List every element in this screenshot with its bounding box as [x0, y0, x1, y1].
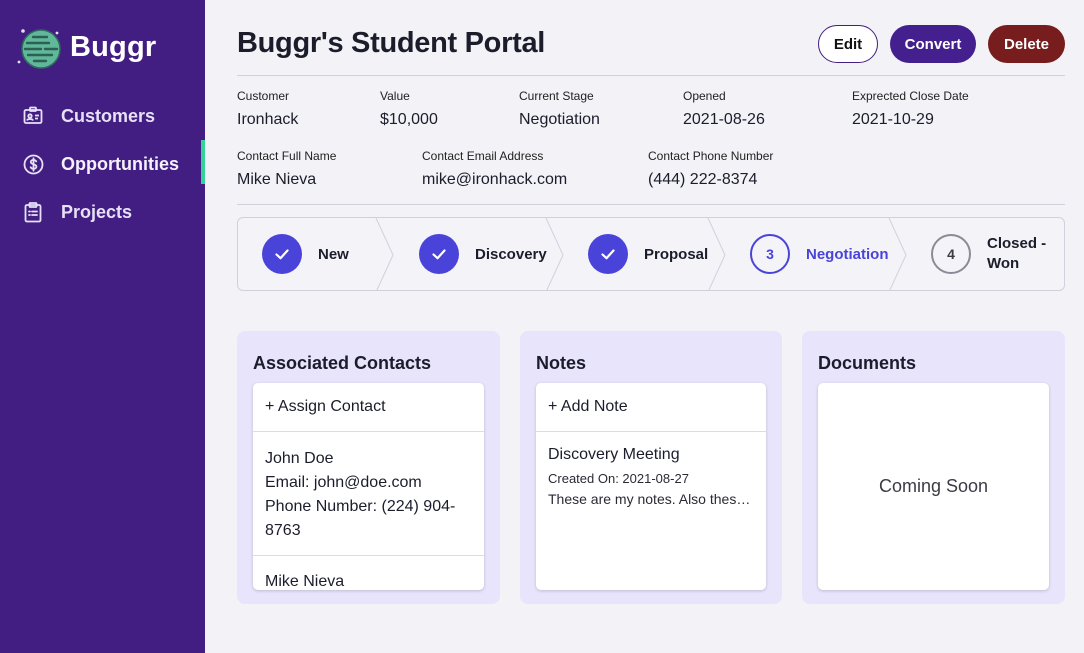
notes-card: Notes + Add Note Discovery Meeting Creat…: [520, 331, 782, 604]
stage-separator: [545, 218, 564, 290]
field-value: $10,000: [380, 111, 438, 128]
stage-closed-won[interactable]: 4 Closed - Won: [931, 218, 1049, 290]
current-stage-field: Current Stage Negotiation: [519, 89, 600, 129]
contact-phone-field: Contact Phone Number (444) 222-8374: [648, 149, 773, 189]
field-value: 2021-08-26: [683, 111, 765, 128]
field-value: Mike Nieva: [237, 171, 317, 188]
contact-name: Mike Nieva: [265, 573, 345, 590]
field-value: Negotiation: [519, 111, 600, 128]
card-title: Documents: [818, 353, 917, 373]
coming-soon-text: Coming Soon: [878, 476, 989, 496]
contact-name: John Doe: [265, 450, 334, 467]
stage-label: Negotiation: [806, 245, 889, 263]
documents-card: Documents Coming Soon: [802, 331, 1065, 604]
list-item[interactable]: John Doe Email: john@doe.com Phone Numbe…: [253, 432, 484, 556]
stage-negotiation[interactable]: 3 Negotiation: [750, 218, 889, 290]
field-label: Contact Email Address: [422, 149, 544, 163]
stage-discovery[interactable]: Discovery: [419, 218, 547, 290]
check-icon: [588, 234, 628, 274]
contact-email: Email: john@doe.com: [265, 474, 422, 491]
card-title: Associated Contacts: [253, 353, 432, 373]
field-label: Current Stage: [519, 89, 594, 103]
convert-button[interactable]: Convert: [890, 25, 976, 63]
sidebar-item-opportunities[interactable]: Opportunities: [0, 140, 205, 188]
field-label: Opened: [683, 89, 726, 103]
stage-number: 3: [750, 234, 790, 274]
note-body: These are my notes. Also these are my no…: [548, 491, 754, 507]
stage-proposal[interactable]: Proposal: [588, 218, 708, 290]
field-value: mike@ironhack.com: [422, 171, 568, 188]
add-note-button[interactable]: + Add Note: [536, 383, 766, 432]
sidebar-nav: Customers Opportunities Projects: [0, 92, 205, 236]
clipboard-icon: [22, 201, 44, 223]
sidebar-item-customers[interactable]: Customers: [0, 92, 205, 140]
field-label: Contact Full Name: [237, 149, 337, 163]
contacts-list[interactable]: + Assign Contact John Doe Email: john@do…: [253, 383, 484, 590]
sidebar-item-label: Projects: [61, 201, 133, 222]
stage-label: New: [318, 245, 349, 263]
note-date: Created On: 2021-08-27: [548, 471, 689, 486]
stage-number: 4: [931, 234, 971, 274]
check-icon: [262, 234, 302, 274]
value-field: Value $10,000: [380, 89, 438, 129]
assign-contact-button[interactable]: + Assign Contact: [253, 383, 484, 432]
contact-card-icon: [22, 105, 44, 127]
sidebar-item-label: Opportunities: [61, 153, 179, 174]
field-value: Ironhack: [237, 111, 299, 128]
divider: [237, 75, 1065, 76]
field-label: Value: [380, 89, 410, 103]
list-item[interactable]: Mike Nieva: [253, 556, 484, 590]
app-name: Buggr: [70, 30, 157, 63]
dollar-circle-icon: [22, 153, 44, 175]
documents-panel: Coming Soon: [818, 383, 1049, 590]
app-logo[interactable]: Buggr: [16, 24, 156, 70]
list-item[interactable]: Discovery Meeting Created On: 2021-08-27…: [536, 432, 766, 521]
stage-label: Proposal: [644, 245, 709, 263]
contact-phone: Phone Number: (224) 904-8763: [265, 498, 456, 539]
customer-field: Customer Ironhack: [237, 89, 298, 129]
contact-email-field: Contact Email Address mike@ironhack.com: [422, 149, 567, 189]
sidebar: Buggr Customers Opportunities Projects: [0, 0, 205, 653]
notes-list[interactable]: + Add Note Discovery Meeting Created On:…: [536, 383, 766, 590]
stage-label: Discovery: [475, 245, 547, 263]
planet-logo-icon: [17, 29, 61, 69]
close-date-field: Exprected Close Date 2021-10-29: [852, 89, 969, 129]
note-title: Discovery Meeting: [548, 446, 680, 463]
contact-name-field: Contact Full Name Mike Nieva: [237, 149, 336, 189]
stage-label: Closed - Won: [987, 235, 1047, 272]
stage-separator: [375, 218, 394, 290]
opened-field: Opened 2021-08-26: [683, 89, 765, 129]
associated-contacts-card: Associated Contacts + Assign Contact Joh…: [237, 331, 500, 604]
stage-separator: [888, 218, 907, 290]
edit-button[interactable]: Edit: [818, 25, 878, 63]
delete-button[interactable]: Delete: [988, 25, 1065, 63]
field-label: Exprected Close Date: [852, 89, 969, 103]
page-title: Buggr's Student Portal: [237, 27, 546, 59]
field-label: Customer: [237, 89, 290, 103]
field-label: Contact Phone Number: [648, 149, 774, 163]
stage-stepper: New Discovery Proposal 3 Negotiation 4 C…: [237, 217, 1065, 291]
sidebar-item-projects[interactable]: Projects: [0, 188, 205, 236]
field-value: (444) 222-8374: [648, 171, 758, 188]
stage-separator: [707, 218, 726, 290]
check-icon: [419, 234, 459, 274]
field-value: 2021-10-29: [852, 111, 934, 128]
stage-new[interactable]: New: [262, 218, 349, 290]
card-title: Notes: [536, 353, 587, 373]
divider: [237, 204, 1065, 205]
sidebar-item-label: Customers: [61, 105, 156, 126]
